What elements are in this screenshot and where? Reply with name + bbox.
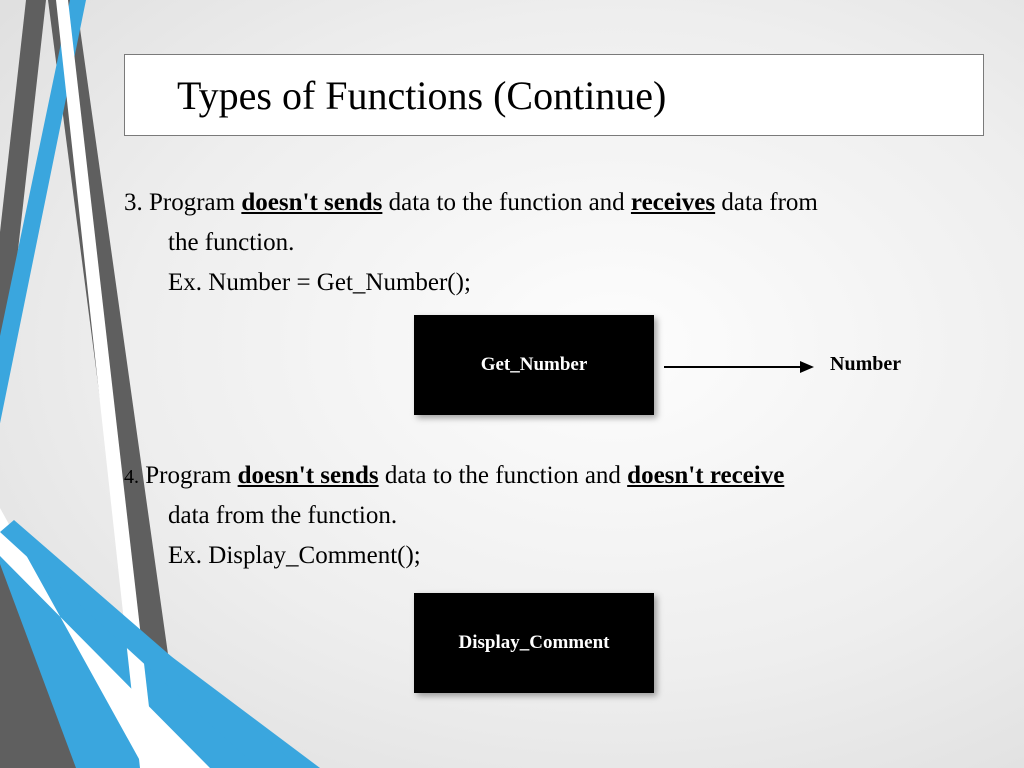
text: data to the function and (382, 189, 631, 216)
underline-doesnt-sends: doesn't sends (241, 189, 382, 216)
arrow-icon (664, 361, 814, 373)
item-4-line-1: 4. Program doesn't sends data to the fun… (124, 459, 984, 493)
underline-receives: receives (631, 189, 715, 216)
item-3-example: Ex. Number = Get_Number(); (124, 266, 984, 300)
text: Program (139, 462, 238, 489)
underline-doesnt-sends-2: doesn't sends (238, 462, 379, 489)
item-3-line-1: 3. Program doesn't sends data to the fun… (124, 186, 984, 220)
item-4-example: Ex. Display_Comment(); (124, 539, 984, 573)
function-box-get-number: Get_Number (414, 315, 654, 415)
title-box: Types of Functions (Continue) (124, 54, 984, 136)
slide-body: 3. Program doesn't sends data to the fun… (124, 186, 984, 703)
item-4-line-2: data from the function. (124, 499, 984, 533)
item-3-line-2: the function. (124, 226, 984, 260)
item-4-number: 4. (124, 466, 139, 488)
output-label-number: Number (830, 351, 901, 378)
slide-title: Types of Functions (Continue) (177, 72, 666, 119)
text: data to the function and (379, 462, 628, 489)
text: Program (143, 189, 242, 216)
slide: Types of Functions (Continue) 3. Program… (0, 0, 1024, 768)
function-box-display-comment: Display_Comment (414, 593, 654, 693)
text: data from (715, 189, 818, 216)
diagram-2: Display_Comment (124, 593, 984, 703)
item-3-number: 3. (124, 189, 143, 216)
diagram-1: Get_Number Number (124, 315, 984, 435)
underline-doesnt-receive: doesn't receive (627, 462, 784, 489)
